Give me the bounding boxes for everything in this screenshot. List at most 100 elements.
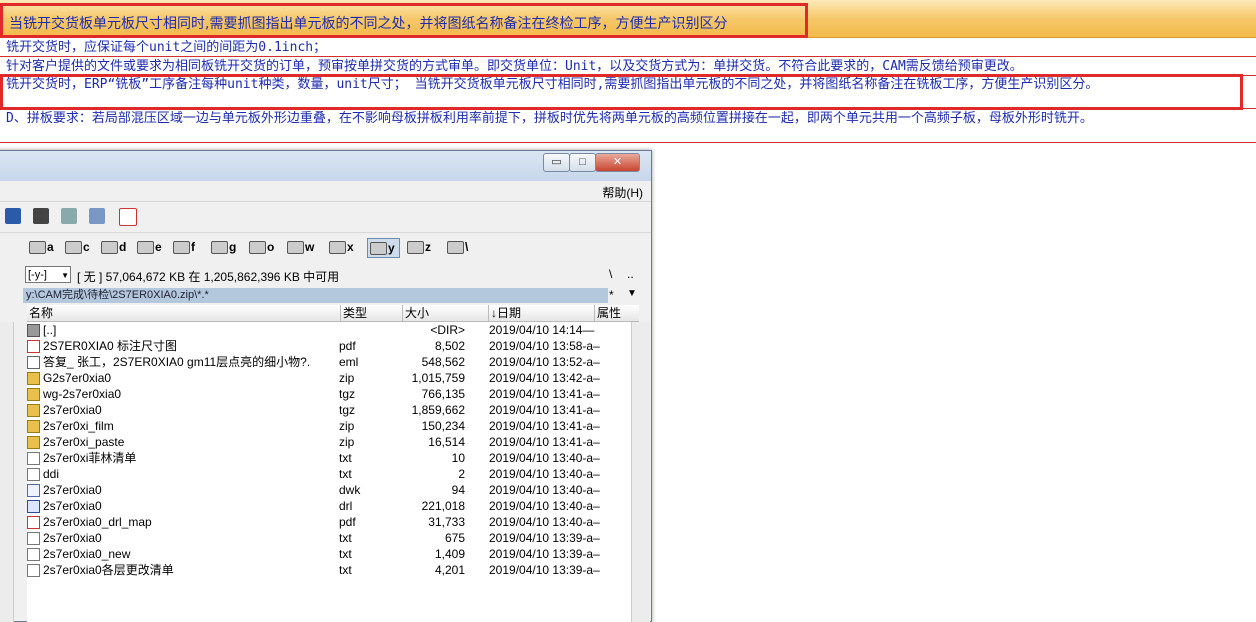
pdf-icon[interactable] — [119, 208, 137, 226]
drive-d-button[interactable]: d — [99, 238, 126, 256]
drive-z-button[interactable]: z — [405, 238, 431, 256]
file-size: 1,409 — [434, 547, 465, 561]
drive-a-button[interactable]: a — [27, 238, 54, 256]
file-date: 2019/04/10 13:40-a– — [489, 515, 600, 529]
drive-o-button[interactable]: o — [247, 238, 274, 256]
drive-c-button[interactable]: c — [63, 238, 90, 256]
drive-y-button[interactable]: y — [367, 238, 400, 258]
file-row[interactable]: 2s7er0xia0 drl 221,018 2019/04/10 13:40-a– — [27, 498, 631, 514]
drive-f-button[interactable]: f — [171, 238, 195, 256]
zip-file-icon — [27, 404, 40, 417]
file-type: txt — [339, 451, 352, 465]
right-scrollbar[interactable] — [631, 322, 650, 622]
file-date: 2019/04/10 13:40-a– — [489, 499, 600, 513]
file-row[interactable]: G2s7er0xia0 zip 1,015,759 2019/04/10 13:42-… — [27, 370, 631, 386]
network-drive-button[interactable]: \ — [445, 238, 468, 256]
file-date: 2019/04/10 13:41-a– — [489, 435, 600, 449]
file-row[interactable]: 2s7er0xia0 dwk 94 2019/04/10 13:40-a– — [27, 482, 631, 498]
zip-file-icon — [27, 372, 40, 385]
printer-icon[interactable] — [61, 208, 77, 224]
path-bar: y:\CAM完成\待检\2S7ER0XIA0.zip\*.* * ▼ — [0, 288, 651, 304]
zip-file-icon — [27, 420, 40, 433]
file-name: 2S7ER0XIA0 标注尺寸图 — [43, 339, 178, 353]
file-size: 2 — [458, 467, 465, 481]
column-date[interactable]: ↓日期 — [489, 305, 595, 321]
doc-line-panel-requirement: D、拼板要求：若局部混压区域一边与单元板外形边重叠，在不影响母板拼板利用率前提下… — [0, 110, 1256, 143]
banner-text: 当铣开交货板单元板尺寸相同时,需要抓图指出单元板的不同之处，并将图纸名称备注在终… — [9, 16, 728, 32]
pdf-file-icon — [27, 516, 40, 529]
file-size: 548,562 — [421, 355, 465, 369]
minimize-button[interactable]: ▭ — [543, 153, 570, 172]
file-size: 4,201 — [434, 563, 465, 577]
zip-file-icon — [27, 388, 40, 401]
file-date: 2019/04/10 13:41-a– — [489, 387, 600, 401]
column-size[interactable]: 大小 — [403, 305, 489, 321]
history-dropdown-button[interactable]: ▼ — [627, 288, 637, 299]
file-row[interactable]: 答复_ 张工，2S7ER0XIA0 gm11层点亮的细小物?. eml 548,56… — [27, 354, 631, 370]
file-name: 2s7er0xia0 — [43, 531, 102, 545]
txt-file-icon — [27, 468, 40, 481]
file-row[interactable]: 2s7er0xi菲林清单 txt 10 2019/04/10 13:40-a– — [27, 450, 631, 466]
save-icon[interactable] — [5, 208, 21, 224]
file-name: 2s7er0xia0 — [43, 499, 102, 513]
file-row[interactable]: 2s7er0xia0 tgz 1,859,662 2019/04/10 13:41-a… — [27, 402, 631, 418]
file-name: ddi — [43, 467, 60, 481]
file-row[interactable]: 2s7er0xia0_drl_map pdf 31,733 2019/04/10 13… — [27, 514, 631, 530]
file-date: 2019/04/10 13:41-a– — [489, 403, 600, 417]
column-type[interactable]: 类型 — [341, 305, 403, 321]
root-dir-button[interactable]: \ — [609, 267, 612, 281]
column-name[interactable]: 名称 — [27, 305, 341, 321]
file-size: 16,514 — [428, 435, 465, 449]
file-date: 2019/04/10 13:39-a– — [489, 547, 600, 561]
title-bar[interactable]: ▭ □ ✕ — [0, 151, 651, 182]
drl-file-icon — [27, 500, 40, 513]
file-type: eml — [339, 355, 359, 369]
drive-x-button[interactable]: x — [327, 238, 354, 256]
left-scrollbar[interactable] — [0, 322, 14, 622]
file-row[interactable]: wg-2s7er0xia0 tgz 766,135 2019/04/10 13:41-… — [27, 386, 631, 402]
drive-e-button[interactable]: e — [135, 238, 162, 256]
file-row[interactable]: 2s7er0xi_film zip 150,234 2019/04/10 13:41-… — [27, 418, 631, 434]
file-name: 2s7er0xi_paste — [43, 435, 125, 449]
file-type: zip — [339, 371, 355, 385]
file-manager-window: ▭ □ ✕ 帮助(H) a c d e f g o w x y z \ [-y-… — [0, 150, 652, 622]
menu-help[interactable]: 帮助(H) — [602, 184, 643, 201]
drive-select[interactable]: [-y-] — [25, 266, 71, 284]
file-row[interactable]: 2s7er0xia0 txt 675 2019/04/10 13:39-a– — [27, 530, 631, 546]
file-row[interactable]: [..] <DIR> 2019/04/10 14:14— — [27, 322, 631, 338]
highlight-box-banner: 当铣开交货板单元板尺寸相同时,需要抓图指出单元板的不同之处，并将图纸名称备注在终… — [0, 3, 808, 38]
sync-icon[interactable] — [89, 208, 105, 224]
doc-line-spacing: 铣开交货时，应保证每个unit之间的间距为0.1inch； — [0, 39, 1256, 57]
file-row[interactable]: 2S7ER0XIA0 标注尺寸图 pdf 8,502 2019/04/10 13:58… — [27, 338, 631, 354]
file-row[interactable]: 2s7er0xia0_new txt 1,409 2019/04/10 13:39-a… — [27, 546, 631, 562]
file-row[interactable]: 2s7er0xi_paste zip 16,514 2019/04/10 13:41-… — [27, 434, 631, 450]
file-date: 2019/04/10 13:42-a– — [489, 371, 600, 385]
current-path[interactable]: y:\CAM完成\待检\2S7ER0XIA0.zip\*.* — [23, 288, 608, 303]
file-size: <DIR> — [430, 323, 465, 337]
file-type: txt — [339, 563, 352, 577]
dwk-file-icon — [27, 484, 40, 497]
file-name: 2s7er0xi菲林清单 — [43, 451, 137, 465]
file-row[interactable]: 2s7er0xia0各层更改清单 txt 4,201 2019/04/10 13:39… — [27, 562, 631, 578]
drive-g-button[interactable]: g — [209, 238, 236, 256]
file-row[interactable]: ddi txt 2 2019/04/10 13:40-a– — [27, 466, 631, 482]
parent-dir-button[interactable]: .. — [627, 267, 634, 281]
filter-star-button[interactable]: * — [609, 288, 614, 302]
file-size: 150,234 — [421, 419, 465, 433]
file-name: 2s7er0xia0_new — [43, 547, 131, 561]
eml-file-icon — [27, 356, 40, 369]
file-type: tgz — [339, 403, 356, 417]
file-size: 31,733 — [428, 515, 465, 529]
drive-w-button[interactable]: w — [285, 238, 314, 256]
close-button[interactable]: ✕ — [595, 153, 640, 172]
file-type: txt — [339, 547, 352, 561]
column-attr[interactable]: 属性 — [595, 305, 639, 321]
maximize-button[interactable]: □ — [569, 153, 596, 172]
terminal-icon[interactable] — [33, 208, 49, 224]
file-name: 2s7er0xia0 — [43, 403, 102, 417]
file-size: 94 — [451, 483, 465, 497]
toolbar — [0, 202, 651, 233]
up-file-icon — [27, 324, 40, 337]
drive-bar: a c d e f g o w x y z \ — [0, 236, 651, 258]
file-type: drl — [339, 499, 353, 513]
